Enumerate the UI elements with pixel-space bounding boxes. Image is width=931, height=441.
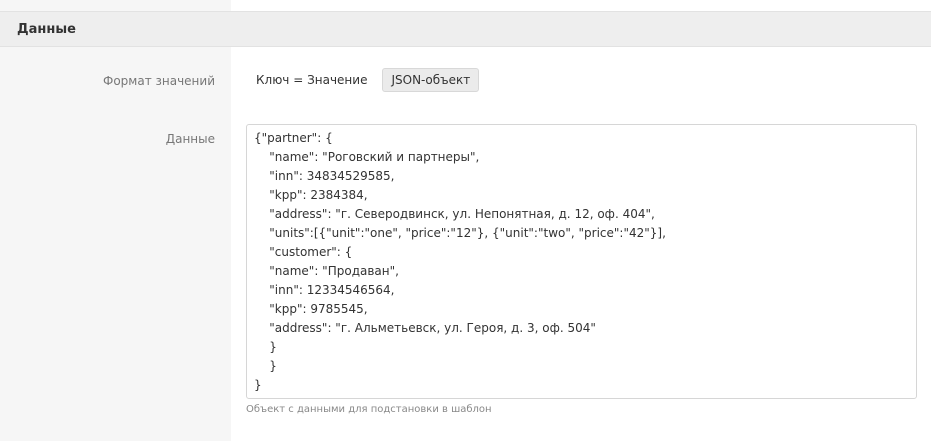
top-strip-content (231, 0, 931, 11)
code-line: "address": "г. Северодвинск, ул. Непонят… (254, 207, 655, 221)
code-line: "kpp": 9785545, (254, 302, 368, 316)
format-label: Формат значений (103, 74, 215, 88)
code-line: "customer": { (254, 245, 353, 259)
code-line: "name": "Продаван", (254, 264, 399, 278)
code-line: "name": "Роговский и партнеры", (254, 150, 480, 164)
format-switch: Ключ = Значение JSON-объект (247, 68, 480, 92)
section-title: Данные (17, 22, 76, 37)
format-option-key-value[interactable]: Ключ = Значение (247, 68, 376, 92)
label-column: Формат значений Данные (0, 47, 231, 441)
code-line: {"partner": { (254, 131, 333, 145)
section-header: Данные (0, 11, 931, 47)
data-label: Данные (165, 132, 215, 146)
code-line: } (254, 359, 277, 373)
code-line: } (254, 378, 262, 392)
code-line: } (254, 340, 277, 354)
code-line: "inn": 34834529585, (254, 169, 395, 183)
data-hint: Объект с данными для подстановки в шабло… (246, 404, 492, 415)
format-option-json[interactable]: JSON-объект (382, 68, 480, 92)
code-line: "kpp": 2384384, (254, 188, 368, 202)
content-column: Ключ = Значение JSON-объект {"partner": … (231, 47, 931, 441)
data-textarea[interactable]: {"partner": { "name": "Роговский и партн… (246, 124, 917, 399)
top-strip (0, 0, 931, 11)
code-line: "inn": 12334546564, (254, 283, 395, 297)
code-line: "units":[{"unit":"one", "price":"12"}, {… (254, 226, 666, 240)
code-line: "address": "г. Альметьевск, ул. Героя, д… (254, 321, 596, 335)
